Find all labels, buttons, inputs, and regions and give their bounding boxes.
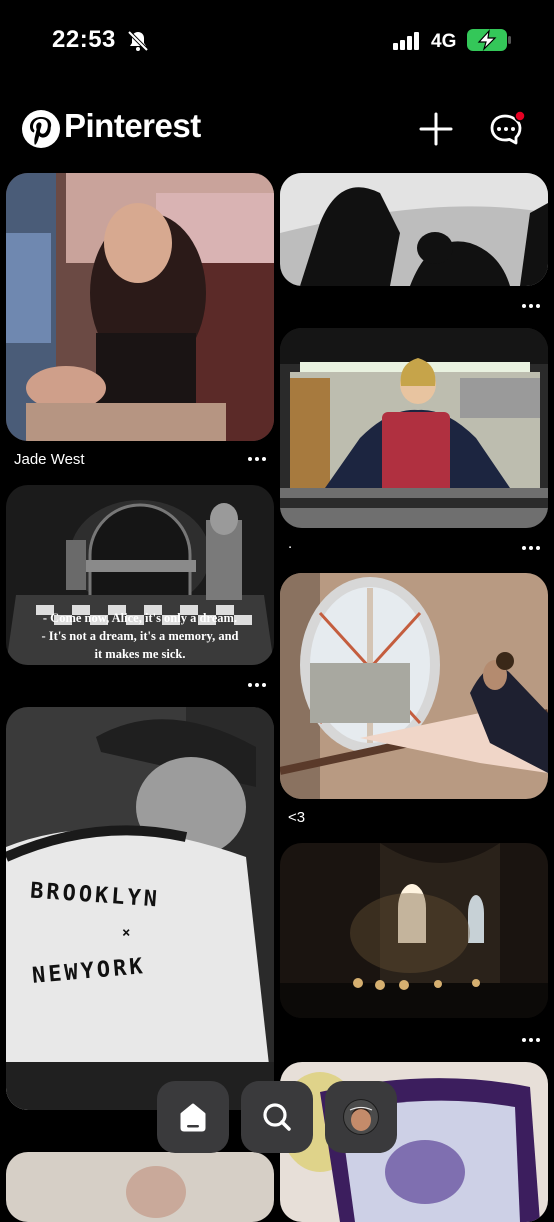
pin-more-options-icon[interactable] (522, 304, 542, 310)
avatar (343, 1099, 379, 1135)
pin-more-options-icon[interactable] (248, 457, 268, 463)
nav-search-button[interactable] (241, 1081, 313, 1153)
status-time: 22:53 (52, 26, 116, 53)
pinterest-logo-icon (22, 110, 60, 148)
search-icon (263, 1103, 291, 1131)
pin-more-options-icon[interactable] (522, 546, 542, 552)
shirt-text-x: × (122, 925, 131, 941)
pin-image (280, 173, 548, 286)
pin-image (280, 843, 548, 1018)
pin-caption-ballet: <3 (288, 809, 306, 826)
pin-image (280, 1062, 548, 1222)
home-icon (180, 1103, 206, 1132)
pin-jade-west[interactable] (6, 173, 274, 441)
create-pin-icon[interactable] (418, 111, 454, 147)
bell-muted-icon (127, 30, 149, 52)
pin-image (6, 173, 274, 441)
pin-kitchen[interactable] (280, 328, 548, 528)
quote-line-3: it makes me sick. (94, 647, 186, 661)
messages-icon[interactable] (486, 110, 526, 150)
pin-caption-kitchen: . (288, 535, 293, 552)
pin-alice-quote[interactable]: - Come now, Alice, it's only a dream. - … (6, 485, 274, 665)
pin-caption-jade-west: Jade West (14, 451, 85, 468)
pin-partial-bottom-left[interactable] (6, 1152, 274, 1222)
quote-line-2: - It's not a dream, it's a memory, and (41, 629, 239, 643)
app-title: Pinterest (64, 107, 201, 144)
network-type: 4G (431, 31, 457, 52)
pin-polaroid[interactable] (280, 1062, 548, 1222)
pin-image (280, 573, 548, 799)
pin-silhouettes[interactable] (280, 173, 548, 286)
pin-image (280, 328, 548, 528)
pin-brooklyn-newyork[interactable]: BROOKLYN × NEWYORK (6, 707, 274, 1110)
pin-cathedral[interactable] (280, 843, 548, 1018)
pin-ballet[interactable] (280, 573, 548, 799)
battery-charging-icon (467, 29, 511, 51)
pin-more-options-icon[interactable] (522, 1038, 542, 1044)
pin-image (6, 1152, 274, 1222)
cellular-signal-icon (393, 32, 419, 50)
nav-profile-button[interactable] (325, 1081, 397, 1153)
nav-home-button[interactable] (157, 1081, 229, 1153)
pin-more-options-icon[interactable] (248, 683, 268, 689)
quote-line-1: - Come now, Alice, it's only a dream. (42, 611, 238, 625)
